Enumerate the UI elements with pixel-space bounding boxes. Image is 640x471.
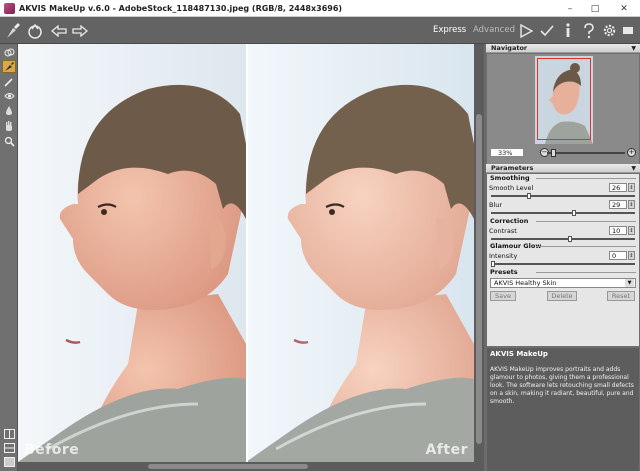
- help-text: AKVIS MakeUp improves portraits and adds…: [490, 366, 634, 405]
- help-panel: AKVIS MakeUp AKVIS MakeUp improves portr…: [487, 348, 639, 471]
- chevron-down-icon[interactable]: ▼: [625, 279, 634, 287]
- vertical-scroll-thumb[interactable]: [476, 114, 482, 444]
- zoom-tool-icon[interactable]: [2, 135, 16, 148]
- zoom-level-field[interactable]: 33%: [490, 148, 524, 157]
- horizontal-scrollbar[interactable]: [18, 462, 484, 471]
- zoom-in-icon[interactable]: +: [627, 148, 636, 157]
- smooth-level-spinner[interactable]: ⇕: [628, 183, 635, 192]
- intensity-spinner[interactable]: ⇕: [628, 251, 635, 260]
- zoom-slider-knob[interactable]: [551, 149, 556, 157]
- blur-input[interactable]: 29: [609, 200, 627, 209]
- before-image: Before: [18, 44, 246, 462]
- navigator-header[interactable]: Navigator ▼: [486, 44, 640, 53]
- contrast-input[interactable]: 10: [609, 226, 627, 235]
- presets-label: Presets: [490, 268, 518, 276]
- help-icon[interactable]: [581, 21, 597, 40]
- correction-group: Correction: [490, 217, 636, 225]
- hand-tool-icon[interactable]: [2, 120, 16, 133]
- reset-button[interactable]: Reset: [607, 291, 635, 301]
- tools-column: [0, 44, 18, 471]
- before-label: Before: [24, 442, 80, 458]
- presets-group: Presets: [490, 268, 636, 276]
- smooth-level-knob[interactable]: [527, 193, 532, 199]
- window-title: AKVIS MakeUp v.6.0 - AdobeStock_11848713…: [19, 3, 343, 13]
- eye-tool-icon[interactable]: [2, 89, 16, 102]
- contrast-slider[interactable]: [491, 236, 635, 242]
- before-after-icon[interactable]: [2, 46, 16, 59]
- brush-tool-icon[interactable]: [2, 60, 16, 73]
- navigator-title: Navigator: [491, 44, 528, 52]
- mode-advanced-button[interactable]: Advanced: [473, 23, 515, 37]
- parameters-title: Parameters: [491, 164, 534, 172]
- vertical-split-icon[interactable]: [2, 441, 16, 454]
- smooth-level-input[interactable]: 26: [609, 183, 627, 192]
- split-view-icon[interactable]: [2, 427, 16, 440]
- navigator-panel: 33% − +: [487, 54, 639, 167]
- blur-spinner[interactable]: ⇕: [628, 200, 635, 209]
- parameters-header[interactable]: Parameters ▼: [486, 164, 640, 173]
- blur-label: Blur: [489, 201, 503, 209]
- delete-preset-button[interactable]: Delete: [547, 291, 577, 301]
- maximize-button[interactable]: □: [585, 0, 605, 17]
- vertical-scrollbar[interactable]: [474, 44, 484, 462]
- main-toolbar: Express Advanced: [0, 17, 640, 44]
- preset-selected-value: AKVIS Healthy Skin: [494, 279, 557, 287]
- smooth-level-slider[interactable]: [491, 193, 635, 199]
- undo-arrow-icon[interactable]: [50, 21, 68, 40]
- image-canvas[interactable]: Before After: [18, 44, 474, 462]
- intensity-knob[interactable]: [491, 261, 495, 267]
- navigator-view-frame[interactable]: [537, 58, 591, 140]
- open-image-icon[interactable]: [25, 21, 45, 40]
- intensity-slider[interactable]: [491, 261, 635, 267]
- apply-check-icon[interactable]: [539, 21, 555, 40]
- blur-knob[interactable]: [572, 210, 577, 216]
- close-button[interactable]: ✕: [614, 0, 634, 17]
- settings-gear-icon[interactable]: [601, 21, 617, 40]
- glamour-glow-label: Glamour Glow: [490, 242, 542, 250]
- chevron-down-icon[interactable]: ▼: [631, 164, 636, 173]
- minimize-button[interactable]: –: [560, 0, 580, 17]
- help-title: AKVIS MakeUp: [490, 350, 548, 358]
- horizontal-scroll-thumb[interactable]: [148, 464, 308, 469]
- contrast-label: Contrast: [489, 227, 517, 235]
- brush-logo-icon: [3, 21, 23, 40]
- preset-select[interactable]: AKVIS Healthy Skin ▼: [490, 278, 636, 288]
- drop-tool-icon[interactable]: [2, 104, 16, 117]
- pencil-tool-icon[interactable]: [2, 75, 16, 88]
- after-image: After: [246, 44, 474, 462]
- save-preset-button[interactable]: Save: [490, 291, 516, 301]
- contrast-knob[interactable]: [568, 236, 572, 242]
- before-after-divider[interactable]: [246, 44, 248, 462]
- after-label: After: [425, 442, 468, 458]
- blur-slider[interactable]: [491, 210, 635, 216]
- smoothing-group: Smoothing: [490, 174, 636, 182]
- parameters-panel: Smoothing Smooth Level 26 ⇕ Blur 29 ⇕ Co…: [487, 174, 639, 346]
- glamour-glow-group: Glamour Glow: [490, 242, 636, 250]
- info-icon[interactable]: [561, 21, 575, 40]
- intensity-label: Intensity: [489, 252, 518, 260]
- mode-express-button[interactable]: Express: [433, 23, 466, 37]
- redo-arrow-icon[interactable]: [71, 21, 89, 40]
- intensity-input[interactable]: 0: [609, 251, 627, 260]
- app-logo-icon: [4, 2, 15, 14]
- zoom-slider[interactable]: [547, 149, 625, 157]
- title-bar: AKVIS MakeUp v.6.0 - AdobeStock_11848713…: [0, 0, 640, 17]
- screen-icon[interactable]: [621, 21, 635, 40]
- run-icon[interactable]: [518, 21, 534, 40]
- contrast-spinner[interactable]: ⇕: [628, 226, 635, 235]
- smoothing-label: Smoothing: [490, 174, 530, 182]
- smooth-level-label: Smooth Level: [489, 184, 534, 192]
- single-view-icon[interactable]: [2, 455, 16, 468]
- settings-panel: Navigator ▼ 33% − + Parameters ▼ Smoothi…: [486, 44, 640, 471]
- correction-label: Correction: [490, 217, 529, 225]
- chevron-down-icon[interactable]: ▼: [631, 44, 636, 53]
